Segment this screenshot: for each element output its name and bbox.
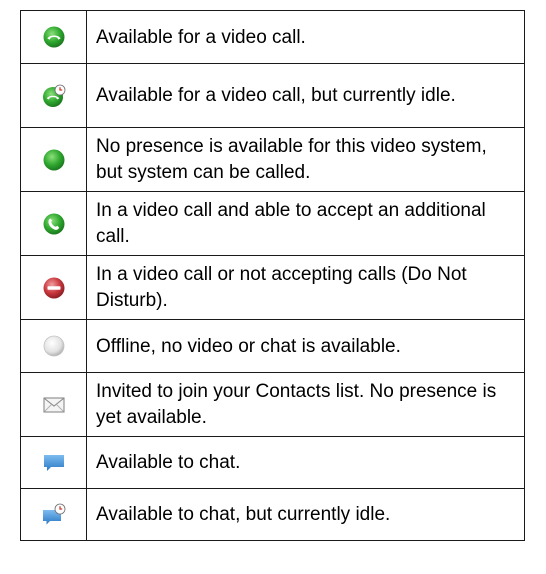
presence-status-legend-table: Available for a video call. Available fo… — [20, 10, 525, 541]
legend-description: Available to chat. — [86, 436, 525, 489]
green-phone-icon — [42, 25, 66, 49]
legend-icon-cell — [20, 255, 87, 320]
legend-description: Available for a video call. — [86, 10, 525, 64]
legend-row: Available for a video call, but currentl… — [20, 63, 525, 128]
legend-description: Invited to join your Contacts list. No p… — [86, 372, 525, 437]
chat-bubble-icon — [42, 451, 66, 475]
legend-row: No presence is available for this video … — [20, 127, 525, 192]
legend-row: In a video call or not accepting calls (… — [20, 255, 525, 320]
legend-text: In a video call and able to accept an ad… — [96, 200, 486, 247]
legend-description: Available to chat, but currently idle. — [86, 488, 525, 541]
legend-description: No presence is available for this video … — [86, 127, 525, 192]
legend-icon-cell — [20, 63, 87, 128]
legend-description: In a video call and able to accept an ad… — [86, 191, 525, 256]
legend-row: Invited to join your Contacts list. No p… — [20, 372, 525, 437]
offline-gray-dot-icon — [42, 334, 66, 358]
legend-text: Invited to join your Contacts list. No p… — [96, 381, 497, 428]
legend-icon-cell — [20, 10, 87, 64]
legend-row: Available to chat, but currently idle. — [20, 488, 525, 541]
legend-text: Available for a video call. — [96, 26, 306, 48]
legend-icon-cell — [20, 191, 87, 256]
legend-text: Offline, no video or chat is available. — [96, 335, 401, 357]
legend-description: Offline, no video or chat is available. — [86, 319, 525, 373]
in-call-phone-icon — [42, 212, 66, 236]
legend-row: Offline, no video or chat is available. — [20, 319, 525, 373]
legend-icon-cell — [20, 372, 87, 437]
legend-description: In a video call or not accepting calls (… — [86, 255, 525, 320]
envelope-icon — [42, 393, 66, 417]
legend-row: Available for a video call. — [20, 10, 525, 64]
legend-row: Available to chat. — [20, 436, 525, 489]
legend-row: In a video call and able to accept an ad… — [20, 191, 525, 256]
legend-icon-cell — [20, 319, 87, 373]
legend-icon-cell — [20, 127, 87, 192]
legend-text: Available for a video call, but currentl… — [96, 85, 456, 106]
legend-description: Available for a video call, but currentl… — [86, 63, 525, 128]
chat-bubble-idle-clock-icon — [42, 503, 66, 527]
legend-text: Available to chat. — [96, 452, 241, 473]
legend-text: In a video call or not accepting calls (… — [96, 264, 467, 311]
legend-icon-cell — [20, 436, 87, 489]
legend-icon-cell — [20, 488, 87, 541]
green-dot-icon — [42, 148, 66, 172]
legend-text: Available to chat, but currently idle. — [96, 504, 391, 525]
legend-text: No presence is available for this video … — [96, 136, 487, 183]
do-not-disturb-icon — [42, 276, 66, 300]
green-phone-idle-clock-icon — [42, 84, 66, 108]
